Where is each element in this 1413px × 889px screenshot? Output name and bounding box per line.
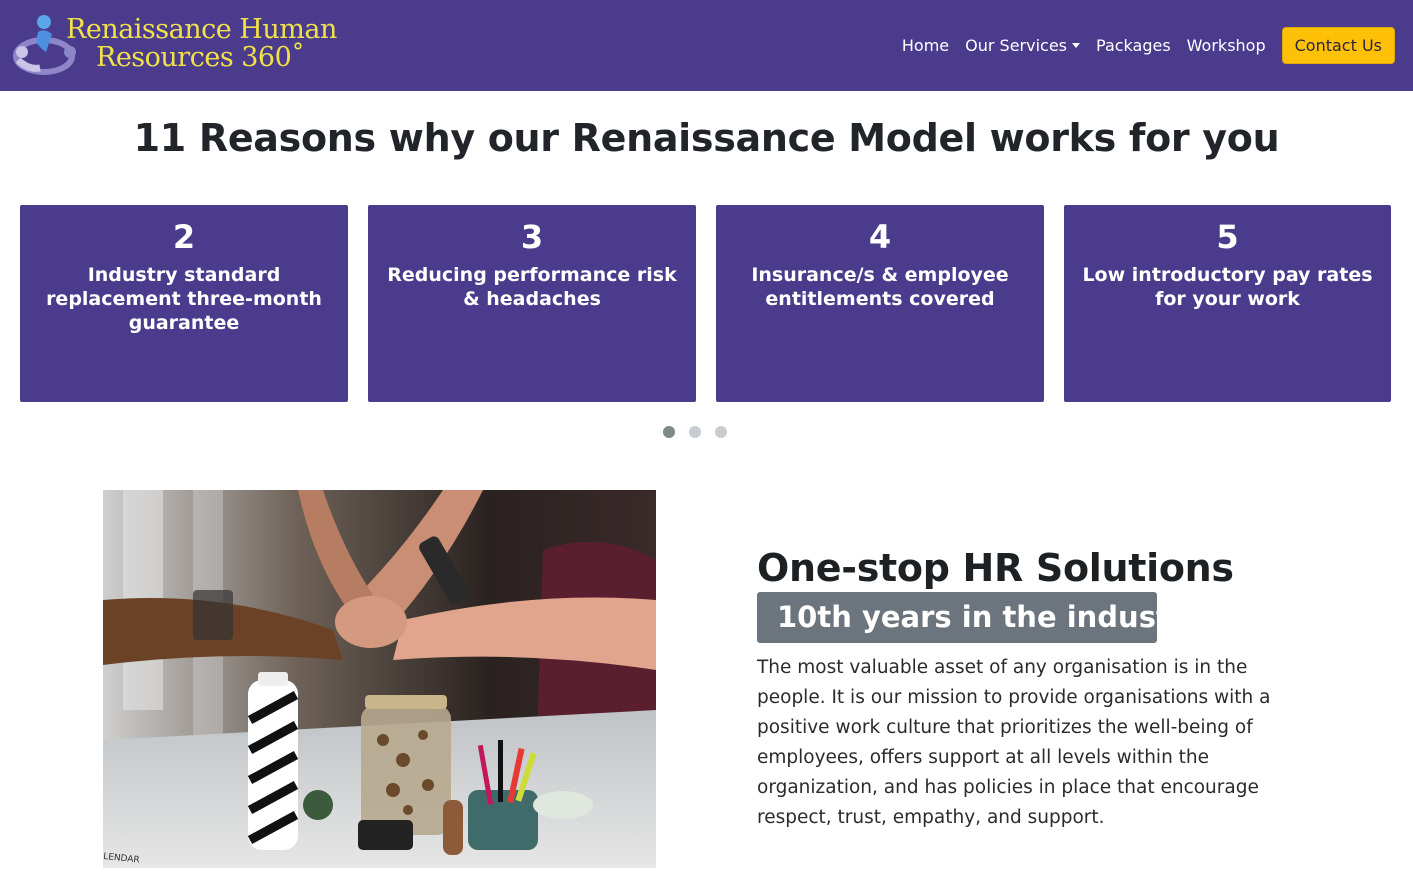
- nav-home-link[interactable]: Home: [902, 36, 949, 55]
- carousel-pagination: [663, 426, 741, 439]
- reason-number: 2: [172, 218, 196, 256]
- team-fist-bump-photo: LENDAR: [103, 490, 656, 868]
- nav-services-dropdown[interactable]: Our Services: [965, 35, 1081, 55]
- reason-text: Low introductory pay rates for your work: [1082, 264, 1373, 310]
- reason-card: 2 Industry standard replacement three-mo…: [20, 205, 348, 402]
- nav-workshop-link[interactable]: Workshop: [1187, 36, 1266, 55]
- reason-number: 5: [1216, 218, 1239, 256]
- reason-text: Insurance/s & employee entitlements cove…: [751, 264, 1009, 310]
- reason-card: 4 Insurance/s & employee entitlements co…: [716, 205, 1044, 402]
- contact-us-button[interactable]: Contact Us: [1281, 26, 1395, 64]
- carousel-dot[interactable]: [715, 426, 727, 438]
- reason-number: 4: [868, 218, 892, 256]
- mission-paragraph: The most valuable asset of any organisat…: [757, 657, 1271, 828]
- nav-services-label: Our Services: [965, 35, 1068, 55]
- carousel-dot[interactable]: [663, 426, 675, 438]
- reasons-title: 11 Reasons why our Renaissance Model wor…: [133, 116, 1280, 160]
- nav-packages-link[interactable]: Packages: [1096, 36, 1171, 55]
- navbar: Renaissance Human Resources 360˚ Home Ou…: [0, 0, 1413, 91]
- team-photo-illustration: LENDAR: [103, 490, 656, 868]
- reason-text: Reducing performance risk & headaches: [387, 264, 677, 310]
- reasons-carousel: 2 Industry standard replacement three-mo…: [20, 205, 1391, 402]
- reason-text: Industry standard replacement three-mont…: [46, 264, 322, 334]
- years-badge: 10th years in the industry: [757, 592, 1203, 643]
- reason-number: 3: [520, 218, 544, 256]
- main-nav: Home Our Services Packages Workshop Cont…: [886, 26, 1395, 64]
- site-logo[interactable]: Renaissance Human Resources 360˚: [10, 10, 337, 80]
- hr-solutions-heading: One-stop HR Solutions: [757, 546, 1234, 590]
- logo-text-line1: Renaissance Human: [66, 14, 337, 45]
- caret-down-icon: [1072, 42, 1081, 48]
- reason-card: 5 Low introductory pay rates for your wo…: [1064, 205, 1391, 402]
- reason-card: 3 Reducing performance risk & headaches: [368, 205, 696, 402]
- logo-text-line2: Resources 360˚: [96, 42, 305, 73]
- carousel-dot[interactable]: [689, 426, 701, 438]
